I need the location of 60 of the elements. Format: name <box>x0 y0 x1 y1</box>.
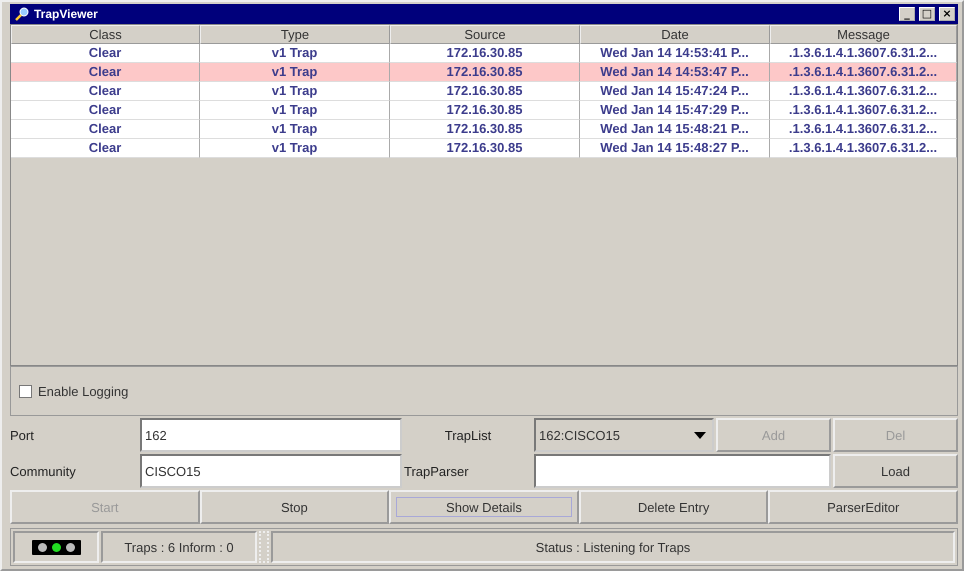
trap-counts: Traps : 6 Inform : 0 <box>124 540 234 554</box>
community-label: Community <box>10 462 77 481</box>
traplist-label: TrapList <box>444 426 492 445</box>
table-cell: Wed Jan 14 15:47:24 P... <box>580 82 770 101</box>
table-cell: Wed Jan 14 15:48:27 P... <box>580 139 770 158</box>
column-header[interactable]: Source <box>390 25 580 44</box>
table-cell: Clear <box>11 63 200 82</box>
indicator-lights <box>32 540 80 554</box>
table-cell: Clear <box>11 101 200 120</box>
table-cell: .1.3.6.1.4.1.3607.6.31.2... <box>770 44 957 63</box>
table-cell: v1 Trap <box>200 63 390 82</box>
table-cell: v1 Trap <box>200 101 390 120</box>
table-cell: 172.16.30.85 <box>390 139 580 158</box>
table-cell: .1.3.6.1.4.1.3607.6.31.2... <box>770 139 957 158</box>
window-control[interactable]: × <box>939 7 955 21</box>
trapparser-label: TrapParser <box>404 462 470 481</box>
window-title: TrapViewer <box>34 7 99 21</box>
caret-icon <box>694 432 706 438</box>
community-field[interactable]: CISCO15 <box>140 454 402 488</box>
load-button[interactable]: Load <box>833 454 958 488</box>
table-cell: .1.3.6.1.4.1.3607.6.31.2... <box>770 82 957 101</box>
table-cell: .1.3.6.1.4.1.3607.6.31.2... <box>770 63 957 82</box>
port-field[interactable]: 162 <box>140 418 402 452</box>
table-cell: 172.16.30.85 <box>390 44 580 63</box>
table-cell: 172.16.30.85 <box>390 82 580 101</box>
action-button[interactable]: Delete Entry <box>578 490 768 524</box>
magnifier-icon <box>14 6 30 22</box>
column-header[interactable]: Message <box>770 25 957 44</box>
port-label: Port <box>10 426 35 444</box>
table-cell: 172.16.30.85 <box>390 101 580 120</box>
table-cell: v1 Trap <box>200 120 390 139</box>
table-cell: 172.16.30.85 <box>390 63 580 82</box>
table-cell: v1 Trap <box>200 82 390 101</box>
table-cell: Wed Jan 14 15:47:29 P... <box>580 101 770 120</box>
action-button[interactable]: Show Details <box>389 490 579 524</box>
window-control[interactable]: _ <box>899 7 915 21</box>
table-cell: .1.3.6.1.4.1.3607.6.31.2... <box>770 101 957 120</box>
table-cell: Clear <box>11 82 200 101</box>
table-cell: Clear <box>11 44 200 63</box>
logging-checkbox[interactable] <box>19 384 32 398</box>
table-cell: Wed Jan 14 15:48:21 P... <box>580 120 770 139</box>
column-header[interactable]: Class <box>11 25 200 44</box>
action-button[interactable]: ParserEditor <box>768 490 958 524</box>
resize-grip[interactable] <box>259 531 269 563</box>
trapparser-field[interactable] <box>534 454 831 488</box>
table-cell: 172.16.30.85 <box>390 120 580 139</box>
table-cell: Clear <box>11 120 200 139</box>
table-cell: .1.3.6.1.4.1.3607.6.31.2... <box>770 120 957 139</box>
logging-label: Enable Logging <box>38 384 128 398</box>
status-text: Status : Listening for Traps <box>536 540 690 554</box>
traplist-dropdown[interactable]: 162:CISCO15 <box>534 418 714 452</box>
action-button[interactable]: Stop <box>200 490 390 524</box>
table-cell: v1 Trap <box>200 44 390 63</box>
column-header[interactable]: Date <box>580 25 770 44</box>
column-header[interactable]: Type <box>200 25 390 44</box>
table-cell: Clear <box>11 139 200 158</box>
table-cell: v1 Trap <box>200 139 390 158</box>
table-cell: Wed Jan 14 14:53:47 P... <box>580 63 770 82</box>
table-cell: Wed Jan 14 14:53:41 P... <box>580 44 770 63</box>
window-control[interactable]: □ <box>919 7 935 21</box>
